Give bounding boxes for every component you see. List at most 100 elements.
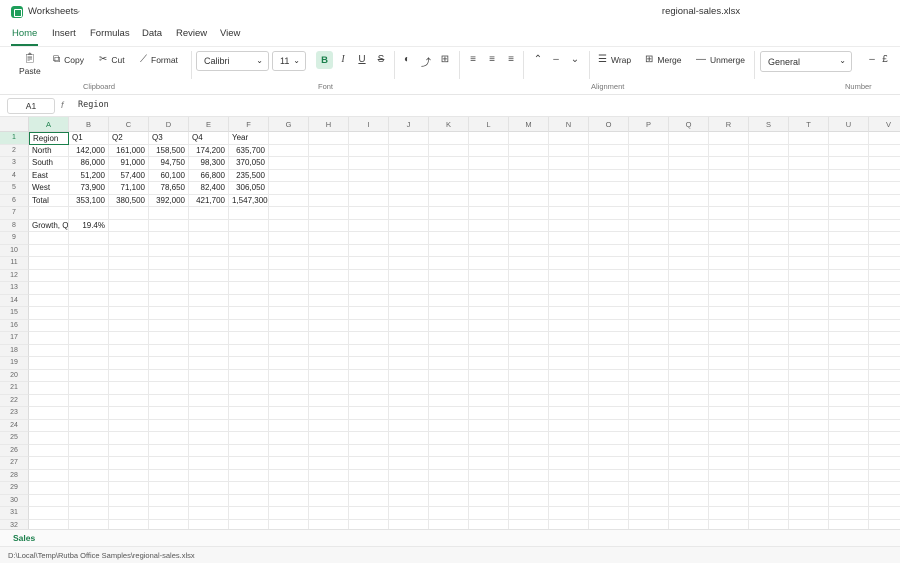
cell[interactable] xyxy=(749,182,789,195)
cell[interactable] xyxy=(789,457,829,470)
cell[interactable] xyxy=(869,282,900,295)
cell[interactable] xyxy=(229,232,269,245)
cell[interactable] xyxy=(109,482,149,495)
cell[interactable] xyxy=(29,432,69,445)
cell[interactable] xyxy=(269,194,309,207)
cell[interactable] xyxy=(189,494,229,507)
cell[interactable] xyxy=(469,219,509,232)
cell[interactable] xyxy=(829,132,869,145)
cell[interactable] xyxy=(389,332,429,345)
row-header-13[interactable]: 13 xyxy=(0,282,29,295)
cell[interactable] xyxy=(589,419,629,432)
cell[interactable] xyxy=(629,419,669,432)
cell[interactable] xyxy=(429,269,469,282)
cell[interactable] xyxy=(869,182,900,195)
cell[interactable] xyxy=(869,357,900,370)
cell[interactable] xyxy=(549,294,589,307)
cell[interactable] xyxy=(869,407,900,420)
cell[interactable] xyxy=(269,444,309,457)
cell[interactable] xyxy=(749,432,789,445)
cell[interactable] xyxy=(69,332,109,345)
cell[interactable] xyxy=(109,294,149,307)
cell[interactable] xyxy=(789,394,829,407)
cell[interactable] xyxy=(869,445,900,457)
cell[interactable] xyxy=(109,444,149,457)
cell[interactable] xyxy=(469,232,509,245)
cell[interactable] xyxy=(829,319,869,332)
cell[interactable] xyxy=(509,269,549,282)
cell[interactable] xyxy=(789,344,829,357)
cell[interactable] xyxy=(149,269,189,282)
cell[interactable] xyxy=(229,294,269,307)
cell[interactable] xyxy=(349,294,389,307)
font-size-select[interactable]: 11 ⌄ xyxy=(272,51,306,71)
cell[interactable] xyxy=(709,382,749,395)
cell[interactable] xyxy=(229,419,269,432)
cell[interactable]: 78,650 xyxy=(149,182,189,195)
cell[interactable] xyxy=(669,282,709,295)
cell[interactable] xyxy=(549,407,589,420)
cell[interactable] xyxy=(269,519,309,529)
cell[interactable] xyxy=(829,369,869,382)
cell[interactable] xyxy=(509,507,549,520)
cell[interactable] xyxy=(589,157,629,170)
cell[interactable] xyxy=(189,282,229,295)
cell[interactable] xyxy=(69,344,109,357)
cell[interactable] xyxy=(589,294,629,307)
cell[interactable] xyxy=(309,344,349,357)
cell[interactable] xyxy=(389,257,429,270)
cell[interactable] xyxy=(589,469,629,482)
cell[interactable] xyxy=(429,219,469,232)
cell[interactable] xyxy=(669,369,709,382)
cell[interactable] xyxy=(749,269,789,282)
cell[interactable] xyxy=(629,257,669,270)
cell[interactable] xyxy=(629,132,669,145)
cell[interactable] xyxy=(869,482,900,495)
cell[interactable] xyxy=(749,219,789,232)
cell[interactable] xyxy=(589,369,629,382)
cell[interactable] xyxy=(109,419,149,432)
cell[interactable] xyxy=(589,282,629,295)
cell[interactable] xyxy=(509,132,549,145)
cell[interactable] xyxy=(269,432,309,445)
cell[interactable] xyxy=(229,494,269,507)
cell[interactable] xyxy=(469,319,509,332)
cell[interactable] xyxy=(749,232,789,245)
cell[interactable] xyxy=(309,444,349,457)
cell[interactable] xyxy=(189,469,229,482)
cell[interactable] xyxy=(469,332,509,345)
cell[interactable] xyxy=(629,369,669,382)
cell[interactable] xyxy=(549,382,589,395)
cell[interactable] xyxy=(149,482,189,495)
cell[interactable] xyxy=(309,482,349,495)
cell[interactable] xyxy=(549,319,589,332)
cell[interactable] xyxy=(349,357,389,370)
column-header-e[interactable]: E xyxy=(189,117,229,132)
row-header-3[interactable]: 3 xyxy=(0,157,29,170)
cell[interactable] xyxy=(589,519,629,529)
cell[interactable] xyxy=(389,344,429,357)
cell[interactable] xyxy=(509,407,549,420)
cell[interactable] xyxy=(349,482,389,495)
cell[interactable] xyxy=(389,294,429,307)
cell[interactable] xyxy=(629,407,669,420)
cell[interactable] xyxy=(189,457,229,470)
cell[interactable] xyxy=(869,520,900,530)
cell[interactable] xyxy=(109,457,149,470)
cell[interactable] xyxy=(149,469,189,482)
cell[interactable] xyxy=(869,382,900,395)
cell[interactable] xyxy=(309,207,349,220)
cell[interactable] xyxy=(469,507,509,520)
cell[interactable] xyxy=(69,482,109,495)
cell[interactable] xyxy=(709,157,749,170)
cell[interactable] xyxy=(509,207,549,220)
cell[interactable] xyxy=(149,307,189,320)
cell[interactable] xyxy=(469,357,509,370)
cell[interactable] xyxy=(389,457,429,470)
cell[interactable] xyxy=(829,282,869,295)
cell[interactable] xyxy=(69,232,109,245)
cell[interactable] xyxy=(429,507,469,520)
cell[interactable] xyxy=(109,344,149,357)
unmerge-button[interactable]: — Unmerge xyxy=(696,54,745,65)
cell[interactable] xyxy=(29,319,69,332)
